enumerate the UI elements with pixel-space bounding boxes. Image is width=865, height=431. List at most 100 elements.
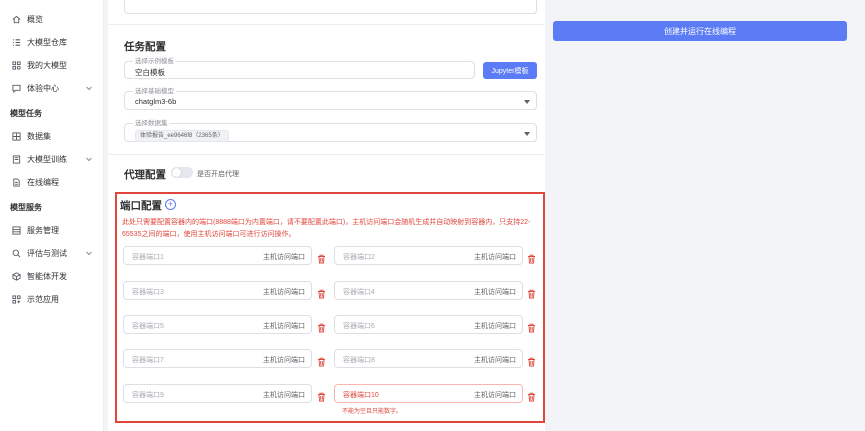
sidebar-item-label: 数据集 xyxy=(27,132,51,141)
main-content: 任务配置 选择示例模板 空白模板 Jupyter模板 选择基础模型 chatgl… xyxy=(104,0,865,431)
trash-icon[interactable] xyxy=(317,320,326,333)
file-icon xyxy=(12,178,21,187)
previous-field xyxy=(124,0,537,14)
trash-icon[interactable] xyxy=(527,286,536,299)
chevron-down-icon xyxy=(85,84,93,92)
host-port-placeholder: 主机访问端口 xyxy=(474,289,516,296)
trash-icon[interactable] xyxy=(317,389,326,402)
sidebar-item-label: 概览 xyxy=(27,15,43,24)
container-port-input[interactable]: 容器端口9 主机访问端口 xyxy=(123,384,312,403)
host-port-placeholder: 主机访问端口 xyxy=(474,323,516,330)
input-placeholder: 容器端口2 xyxy=(343,254,375,261)
sidebar-item-training[interactable]: 大模型训练 xyxy=(0,148,103,171)
sidebar-item-evaluation[interactable]: 评估与测试 xyxy=(0,242,103,265)
template-select[interactable]: 选择示例模板 空白模板 xyxy=(124,57,475,79)
chevron-down-icon xyxy=(85,249,93,257)
server-icon xyxy=(12,226,21,235)
right-panel: 创建并运行在线编程 xyxy=(550,0,865,431)
sidebar-item-model-repo[interactable]: 大模型仓库 xyxy=(0,31,103,54)
sidebar-item-label: 智能体开发 xyxy=(27,272,67,281)
field-value: 空白模板 xyxy=(135,68,165,77)
input-placeholder: 容器端口3 xyxy=(132,289,164,296)
host-port-placeholder: 主机访问端口 xyxy=(263,323,305,330)
trash-icon[interactable] xyxy=(527,251,536,264)
divider xyxy=(108,24,545,25)
toggle-knob xyxy=(172,168,181,177)
input-placeholder: 容器端口10 xyxy=(343,392,379,399)
field-label: 选择基础模型 xyxy=(133,87,176,96)
jupyter-template-button[interactable]: Jupyter模板 xyxy=(483,62,537,79)
host-port-placeholder: 主机访问端口 xyxy=(263,289,305,296)
container-port-input-error[interactable]: 容器端口10 主机访问端口 xyxy=(334,384,523,403)
container-port-input[interactable]: 容器端口1 主机访问端口 xyxy=(123,246,312,265)
host-port-placeholder: 主机访问端口 xyxy=(474,357,516,364)
app-root: 概览 大模型仓库 我的大模型 体验中心 模型任务 数据集 大模型训练 在线编程 xyxy=(0,0,865,431)
grid-icon xyxy=(12,61,21,70)
sidebar-item-online-coding[interactable]: 在线编程 xyxy=(0,171,103,194)
sidebar-item-service-mgmt[interactable]: 服务管理 xyxy=(0,219,103,242)
field-label: 选择示例模板 xyxy=(133,57,176,66)
container-port-input[interactable]: 容器端口4 主机访问端口 xyxy=(334,281,523,300)
book-icon xyxy=(12,155,21,164)
sidebar-group-title: 模型服务 xyxy=(10,203,42,212)
container-port-input[interactable]: 容器端口6 主机访问端口 xyxy=(334,315,523,334)
container-port-input[interactable]: 容器端口5 主机访问端口 xyxy=(123,315,312,334)
sidebar-item-label: 在线编程 xyxy=(27,178,59,187)
dataset-tag[interactable]: 体验报告_ee9646f8（2365条） xyxy=(135,130,229,142)
sidebar-item-my-models[interactable]: 我的大模型 xyxy=(0,54,103,77)
trash-icon[interactable] xyxy=(317,286,326,299)
section-title-ports: 端口配置 xyxy=(120,200,162,212)
host-port-placeholder: 主机访问端口 xyxy=(474,254,516,261)
trash-icon[interactable] xyxy=(317,251,326,264)
list-icon xyxy=(12,38,21,47)
caret-down-icon xyxy=(524,132,530,136)
table-icon xyxy=(12,132,21,141)
base-model-select[interactable]: 选择基础模型 chatglm3-6b xyxy=(124,87,537,110)
input-placeholder: 容器端口8 xyxy=(343,357,375,364)
sidebar-item-label: 示范应用 xyxy=(27,295,59,304)
chat-icon xyxy=(12,84,21,93)
trash-icon[interactable] xyxy=(317,354,326,367)
sidebar-group-title: 模型任务 xyxy=(10,109,42,118)
trash-icon[interactable] xyxy=(527,389,536,402)
sidebar-item-overview[interactable]: 概览 xyxy=(0,8,103,31)
sidebar-item-experience[interactable]: 体验中心 xyxy=(0,77,103,100)
sidebar-item-label: 大模型仓库 xyxy=(27,38,67,47)
field-value: chatglm3-6b xyxy=(135,97,177,106)
input-placeholder: 容器端口9 xyxy=(132,392,164,399)
dataset-select[interactable]: 选择数据集 体验报告_ee9646f8（2365条） xyxy=(124,119,537,142)
host-port-placeholder: 主机访问端口 xyxy=(263,392,305,399)
sidebar: 概览 大模型仓库 我的大模型 体验中心 模型任务 数据集 大模型训练 在线编程 xyxy=(0,0,104,431)
trash-icon[interactable] xyxy=(527,354,536,367)
proxy-toggle-label: 是否开启代理 xyxy=(197,171,239,178)
trash-icon[interactable] xyxy=(527,320,536,333)
section-title-proxy: 代理配置 xyxy=(124,169,166,181)
container-port-input[interactable]: 容器端口3 主机访问端口 xyxy=(123,281,312,300)
container-port-input[interactable]: 容器端口2 主机访问端口 xyxy=(334,246,523,265)
sidebar-item-label: 我的大模型 xyxy=(27,61,67,70)
home-icon xyxy=(12,15,21,24)
host-port-placeholder: 主机访问端口 xyxy=(263,254,305,261)
sidebar-item-datasets[interactable]: 数据集 xyxy=(0,125,103,148)
field-label: 选择数据集 xyxy=(133,119,170,128)
proxy-toggle[interactable] xyxy=(171,167,193,178)
add-port-icon[interactable]: + xyxy=(165,199,176,210)
create-run-button[interactable]: 创建并运行在线编程 xyxy=(553,21,847,41)
validation-error-text: 不能为空且只能数字。 xyxy=(342,409,403,415)
sidebar-item-agent-dev[interactable]: 智能体开发 xyxy=(0,265,103,288)
input-placeholder: 容器端口6 xyxy=(343,323,375,330)
container-port-input[interactable]: 容器端口8 主机访问端口 xyxy=(334,349,523,368)
cube-icon xyxy=(12,272,21,281)
input-placeholder: 容器端口5 xyxy=(132,323,164,330)
sidebar-item-label: 体验中心 xyxy=(27,84,59,93)
search-icon xyxy=(12,249,21,258)
container-port-input[interactable]: 容器端口7 主机访问端口 xyxy=(123,349,312,368)
input-placeholder: 容器端口1 xyxy=(132,254,164,261)
host-port-placeholder: 主机访问端口 xyxy=(474,392,516,399)
divider xyxy=(108,154,545,155)
caret-down-icon xyxy=(524,100,530,104)
chevron-down-icon xyxy=(85,155,93,163)
input-placeholder: 容器端口4 xyxy=(343,289,375,296)
sidebar-item-demo-apps[interactable]: 示范应用 xyxy=(0,288,103,311)
input-placeholder: 容器端口7 xyxy=(132,357,164,364)
